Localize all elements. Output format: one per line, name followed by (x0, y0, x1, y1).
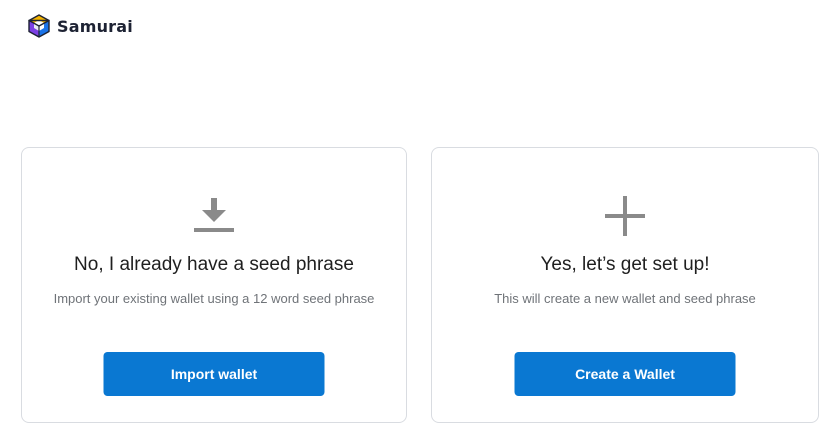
create-card-title: Yes, let’s get set up! (540, 254, 710, 275)
import-wallet-button[interactable]: Import wallet (103, 352, 325, 396)
import-card-title: No, I already have a seed phrase (74, 254, 354, 275)
create-wallet-button[interactable]: Create a Wallet (514, 352, 736, 396)
import-card-subtitle: Import your existing wallet using a 12 w… (53, 291, 375, 306)
create-wallet-card: Yes, let’s get set up! This will create … (431, 147, 819, 423)
download-icon (194, 198, 234, 232)
plus-icon (605, 196, 645, 236)
samurai-logo-icon (28, 14, 50, 38)
create-card-subtitle: This will create a new wallet and seed p… (494, 291, 756, 306)
import-wallet-card: No, I already have a seed phrase Import … (21, 147, 407, 423)
app-name: Samurai (57, 16, 133, 36)
app-header: Samurai (28, 14, 133, 38)
